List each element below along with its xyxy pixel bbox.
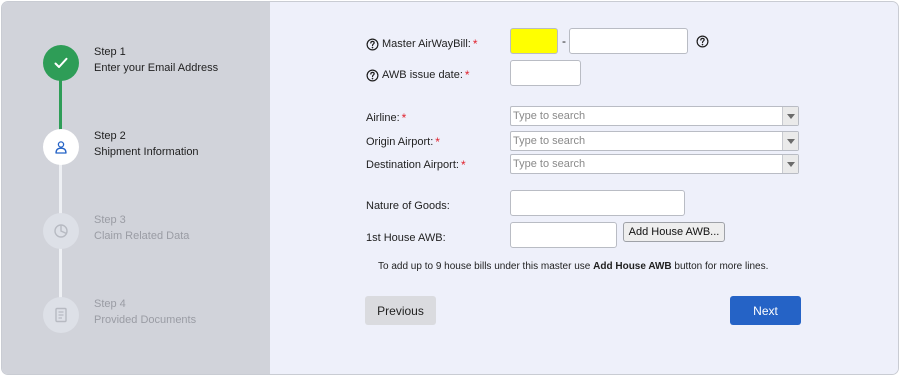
required-asterisk: *: [472, 37, 478, 51]
previous-button[interactable]: Previous: [365, 296, 436, 325]
required-asterisk: *: [401, 111, 407, 125]
question-circle-icon[interactable]: [696, 35, 709, 48]
step-4-number: Step 4: [94, 298, 126, 310]
awb-separator: -: [562, 34, 566, 48]
destination-airport-label-text: Destination Airport:: [366, 159, 459, 171]
house-bills-note: To add up to 9 house bills under this ma…: [378, 261, 768, 272]
step-3-text: Step 3 Claim Related Data: [94, 212, 189, 244]
airline-label-text: Airline:: [366, 112, 400, 124]
awb-prefix-input[interactable]: [510, 28, 558, 54]
steps-sidebar: Step 1 Enter your Email Address Step 2 S…: [2, 2, 270, 374]
step-2-title: Shipment Information: [94, 146, 199, 158]
origin-airport-label: Origin Airport: *: [366, 134, 440, 150]
house-awb-label: 1st House AWB:: [366, 230, 446, 246]
chevron-down-icon[interactable]: [782, 155, 798, 173]
shipment-form: Master AirWayBill: * - AWB issue date: *…: [270, 2, 898, 374]
step-2-marker[interactable]: [43, 129, 79, 165]
awb-number-input[interactable]: [569, 28, 688, 54]
step-3-number: Step 3: [94, 214, 126, 226]
step-2-text: Step 2 Shipment Information: [94, 128, 199, 160]
destination-airport-select-placeholder: Type to search: [513, 158, 586, 170]
step-1-marker[interactable]: [43, 45, 79, 81]
check-icon: [54, 57, 68, 68]
origin-airport-select[interactable]: Type to search: [510, 131, 799, 151]
step-3-marker[interactable]: [43, 213, 79, 249]
nature-of-goods-label: Nature of Goods:: [366, 198, 450, 214]
step-2-number: Step 2: [94, 130, 126, 142]
master-awb-label: Master AirWayBill: *: [366, 36, 478, 52]
destination-airport-label: Destination Airport: *: [366, 157, 466, 173]
required-asterisk: *: [464, 68, 470, 82]
house-awb-input[interactable]: [510, 222, 617, 248]
origin-airport-select-placeholder: Type to search: [513, 135, 586, 147]
required-asterisk: *: [435, 135, 440, 149]
step-3-title: Claim Related Data: [94, 230, 190, 242]
note-prefix: To add up to 9 house bills under this ma…: [378, 261, 594, 272]
required-asterisk: *: [460, 158, 466, 172]
wizard-frame: Step 1 Enter your Email Address Step 2 S…: [1, 1, 899, 375]
airline-label: Airline: *: [366, 110, 406, 126]
awb-issue-date-input[interactable]: [510, 60, 581, 86]
step-1-text: Step 1 Enter your Email Address: [94, 44, 218, 76]
awb-issue-date-label-text: AWB issue date:: [382, 69, 463, 81]
note-bold: Add House AWB: [593, 261, 672, 272]
step-1-number: Step 1: [94, 46, 126, 58]
chevron-down-icon[interactable]: [782, 107, 798, 125]
airline-select-placeholder: Type to search: [513, 110, 586, 122]
airline-select[interactable]: Type to search: [510, 106, 799, 126]
house-awb-label-text: 1st House AWB:: [366, 232, 446, 244]
destination-airport-select[interactable]: Type to search: [510, 154, 799, 174]
user-icon: [55, 141, 67, 154]
add-house-awb-button[interactable]: Add House AWB...: [623, 222, 725, 242]
pie-chart-icon: [54, 224, 68, 238]
origin-airport-label-text: Origin Airport:: [366, 136, 434, 148]
nature-of-goods-input[interactable]: [510, 190, 685, 216]
document-icon: [55, 307, 67, 323]
note-suffix: button for more lines.: [671, 261, 769, 272]
master-awb-label-text: Master AirWayBill:: [382, 38, 471, 50]
awb-issue-date-label: AWB issue date: *: [366, 67, 470, 83]
step-4-text: Step 4 Provided Documents: [94, 296, 196, 328]
question-circle-icon[interactable]: [366, 69, 379, 82]
step-4-marker[interactable]: [43, 297, 79, 333]
chevron-down-icon[interactable]: [782, 132, 798, 150]
step-1-title: Enter your Email Address: [94, 62, 219, 74]
nature-of-goods-label-text: Nature of Goods:: [366, 200, 450, 212]
next-button[interactable]: Next: [730, 296, 801, 325]
step-4-title: Provided Documents: [94, 314, 197, 326]
question-circle-icon[interactable]: [366, 38, 379, 51]
